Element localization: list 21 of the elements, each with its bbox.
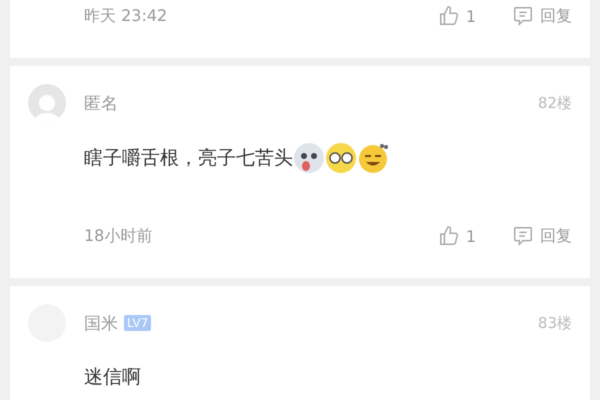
like-button[interactable]: 1 [438,5,476,27]
comment-icon [512,5,534,27]
husky-emoji-icon [293,142,325,174]
thumbs-up-icon [438,5,460,27]
user-name[interactable]: 匿名 [84,92,118,114]
user-name[interactable]: 国米 [84,312,118,334]
reply-button[interactable]: 回复 [512,5,572,27]
comment-text: 迷信啊 [84,365,141,390]
comment-time: 昨天 23:42 [84,6,168,26]
glasses-emoji-icon [325,142,357,174]
floor-number: 83楼 [538,314,572,332]
thumbs-up-icon [438,225,460,247]
avatar[interactable] [28,84,66,122]
comment-text: 瞎子嚼舌根，亮子七苦头 [84,146,293,171]
smile-emoji-icon [357,142,389,174]
comment-time: 18小时前 [84,226,152,246]
reply-button[interactable]: 回复 [512,225,572,247]
comment-icon [512,225,534,247]
level-badge: LV7 [124,315,152,331]
like-button[interactable]: 1 [438,225,476,247]
floor-number: 82楼 [538,94,572,112]
